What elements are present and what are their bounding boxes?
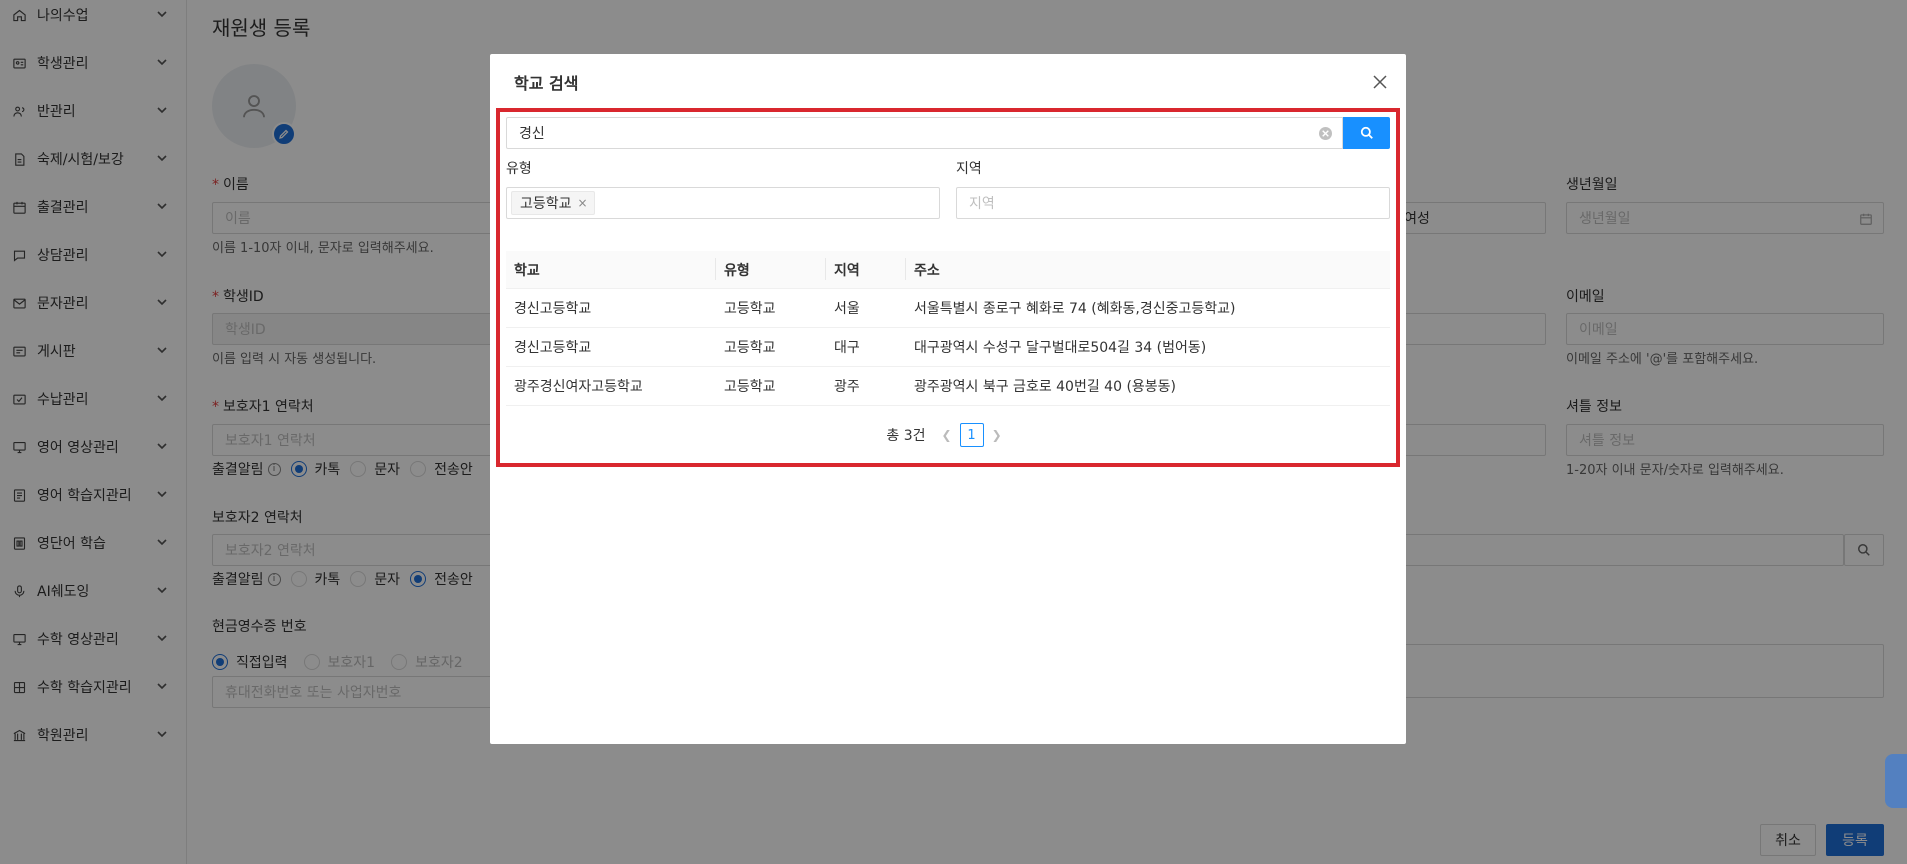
table-row[interactable]: 광주경신여자고등학교 고등학교 광주 광주광역시 북구 금호로 40번길 40 … <box>506 367 1390 406</box>
cell-region: 서울 <box>834 301 860 317</box>
col-type: 유형 <box>716 257 826 280</box>
col-address: 주소 <box>914 262 940 279</box>
cell-region: 대구 <box>834 340 860 356</box>
cell-school: 광주경신여자고등학교 <box>514 379 643 395</box>
col-school: 학교 <box>506 257 716 280</box>
table-row[interactable]: 경신고등학교 고등학교 서울 서울특별시 종로구 혜화로 74 (혜화동,경신중… <box>506 289 1390 328</box>
remove-tag-icon[interactable]: × <box>578 196 588 210</box>
floating-help-button[interactable] <box>1885 754 1907 808</box>
cell-address: 서울특별시 종로구 혜화로 74 (혜화동,경신중고등학교) <box>914 301 1236 317</box>
cell-address: 대구광역시 수성구 달구벌대로504길 34 (범어동) <box>914 340 1207 356</box>
table-row[interactable]: 경신고등학교 고등학교 대구 대구광역시 수성구 달구벌대로504길 34 (범… <box>506 328 1390 367</box>
col-region: 지역 <box>826 257 906 280</box>
school-search-input[interactable]: 경신 <box>506 117 1343 149</box>
chevron-left-icon[interactable]: ❮ <box>942 428 952 442</box>
type-tag-label: 고등학교 <box>520 196 572 212</box>
cell-type: 고등학교 <box>724 379 776 395</box>
cell-address: 광주광역시 북구 금호로 40번길 40 (용봉동) <box>914 379 1177 395</box>
type-select[interactable]: 고등학교 × <box>506 187 940 219</box>
cell-type: 고등학교 <box>724 340 776 356</box>
modal-title: 학교 검색 <box>514 74 579 93</box>
pagination: 총 3건 ❮ 1 ❯ <box>490 423 1406 447</box>
search-value: 경신 <box>519 126 545 142</box>
page-1-button[interactable]: 1 <box>959 423 984 447</box>
search-button[interactable] <box>1343 117 1390 149</box>
clear-icon[interactable] <box>1319 127 1332 140</box>
table-header: 학교 유형 지역 주소 <box>506 251 1390 289</box>
search-icon <box>1360 126 1373 139</box>
close-icon[interactable] <box>1370 72 1390 92</box>
total-count: 총 3건 <box>886 428 926 444</box>
cell-school: 경신고등학교 <box>514 340 592 356</box>
cell-school: 경신고등학교 <box>514 301 592 317</box>
school-search-modal: 학교 검색 경신 유형 고등학교 × 지역 지역 학교 유형 지역 주소 경신고… <box>490 54 1406 744</box>
cell-region: 광주 <box>834 379 860 395</box>
region-placeholder: 지역 <box>969 196 995 212</box>
cell-type: 고등학교 <box>724 301 776 317</box>
region-select[interactable]: 지역 <box>956 187 1390 219</box>
type-tag: 고등학교 × <box>511 191 595 215</box>
chevron-right-icon[interactable]: ❯ <box>992 428 1002 442</box>
region-label: 지역 <box>956 161 982 177</box>
type-label: 유형 <box>506 161 532 177</box>
school-table: 학교 유형 지역 주소 경신고등학교 고등학교 서울 서울특별시 종로구 혜화로… <box>506 251 1390 406</box>
